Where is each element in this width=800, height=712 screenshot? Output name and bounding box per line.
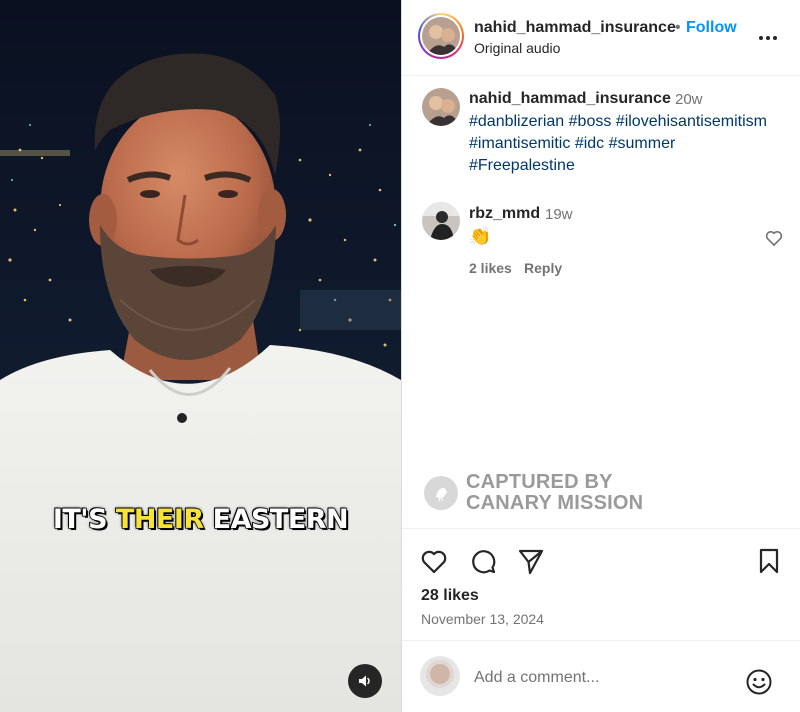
hashtag-link[interactable]: #Freepalestine [469,157,575,174]
comment-username[interactable]: rbz_mmd [469,205,540,223]
hashtag-link[interactable]: #ilovehisantisemitism [616,113,767,130]
author-avatar[interactable] [418,13,464,59]
video-caption: IT'S THEIR EASTERN [0,503,401,536]
caption-word-highlight: THEIR [115,503,205,536]
current-user-avatar [420,656,460,696]
hashtag-link[interactable]: #imantisemitic [469,135,570,152]
video-frame [0,0,401,712]
comment-bubble-icon[interactable] [468,546,498,576]
caption-word-3: EASTERN [203,503,350,536]
comment-reply-link[interactable]: Reply [524,260,562,276]
comment-input[interactable] [474,669,734,687]
watermark-line-2: CANARY MISSION [466,492,644,514]
caption-username[interactable]: nahid_hammad_insurance [469,90,671,108]
emoji-icon[interactable] [744,667,774,697]
hashtag-link[interactable]: #idc [575,135,604,152]
caption-word-1: IT'S [52,503,116,536]
save-bookmark-icon[interactable] [754,546,784,576]
add-comment-bar [402,640,800,712]
comments-section: nahid_hammad_insurance 20w #danblizerian… [402,76,800,528]
more-options-icon[interactable] [756,26,780,50]
comment-likes-link[interactable]: 2 likes [469,260,512,276]
comment-heart-icon[interactable] [764,228,784,248]
post-panel: nahid_hammad_insurance • Follow Original… [401,0,800,712]
canary-mission-watermark: CAPTURED BY CANARY MISSION [424,472,643,514]
speaker-icon [359,675,370,687]
hashtag-link[interactable]: #danblizerian [469,113,564,130]
audio-toggle-button[interactable] [348,664,382,698]
post-date[interactable]: November 13, 2024 [421,611,544,627]
follow-button[interactable]: Follow [686,19,737,37]
like-heart-icon[interactable] [419,546,449,576]
post-likes-count[interactable]: 28 likes [421,587,479,605]
comment-text: 👏 [469,226,492,246]
caption-text: #danblizerian #boss #ilovehisantisemitis… [469,111,789,177]
post-header: nahid_hammad_insurance • Follow Original… [402,0,800,76]
author-username[interactable]: nahid_hammad_insurance [474,19,676,37]
post-actions: 28 likes November 13, 2024 [402,528,800,640]
share-send-icon[interactable] [516,546,546,576]
commenter-avatar[interactable] [422,202,460,240]
bird-icon [424,476,458,510]
audio-label[interactable]: Original audio [474,40,560,56]
comment-timestamp[interactable]: 19w [545,206,573,223]
hashtag-link[interactable]: #summer [609,135,676,152]
watermark-line-1: CAPTURED BY [466,471,613,493]
hashtag-link[interactable]: #boss [569,113,612,130]
separator-dot: • [675,19,681,36]
video-player[interactable]: IT'S THEIR EASTERN [0,0,401,712]
caption-timestamp[interactable]: 20w [675,91,703,108]
caption-author-avatar[interactable] [422,88,460,126]
